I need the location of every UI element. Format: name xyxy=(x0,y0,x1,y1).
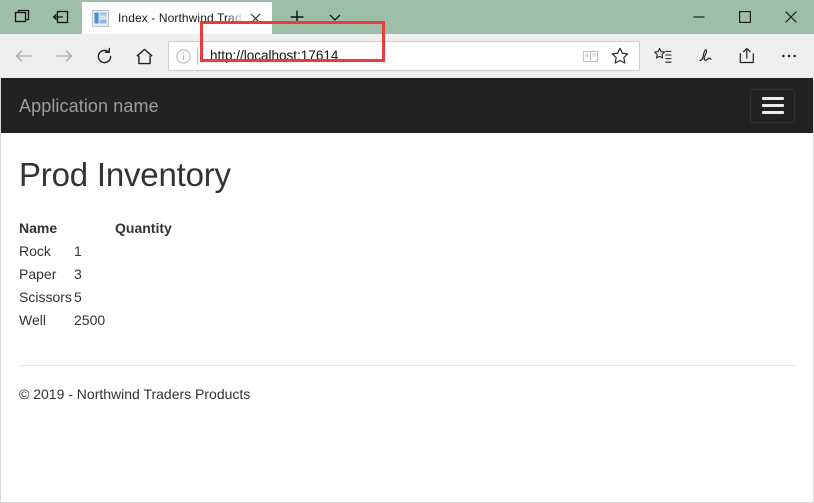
inventory-table-head: Name Quantity xyxy=(19,217,172,240)
cell-name: Rock xyxy=(19,243,51,259)
page-favicon xyxy=(92,9,109,27)
cell-quantity: 1 xyxy=(74,243,82,259)
address-bar-actions xyxy=(575,42,639,70)
hamburger-menu-icon[interactable] xyxy=(750,88,795,123)
tab-close-icon[interactable] xyxy=(244,7,266,29)
share-icon[interactable] xyxy=(726,38,768,74)
hamburger-bar xyxy=(761,111,784,114)
toolbar-right-actions xyxy=(642,38,810,74)
reading-view-icon[interactable] xyxy=(575,42,605,70)
window-close-icon[interactable] xyxy=(768,0,814,34)
tab-title: Index - Northwind Trad xyxy=(118,11,242,25)
web-notes-pen-icon[interactable] xyxy=(684,38,726,74)
cell-name: Paper xyxy=(19,266,57,282)
window-controls xyxy=(676,0,814,34)
inventory-table: Name Quantity Rock 1 Paper 3 Scissors 5 … xyxy=(19,217,172,332)
table-row: Scissors 5 xyxy=(19,286,172,309)
set-tabs-aside-icon[interactable] xyxy=(44,2,78,32)
browser-tab[interactable]: Index - Northwind Trad xyxy=(82,2,272,34)
favorites-hub-icon[interactable] xyxy=(642,38,684,74)
favorite-star-icon[interactable] xyxy=(605,42,635,70)
browser-window: Index - Northwind Trad http://localhost:… xyxy=(0,0,814,503)
hamburger-bar xyxy=(761,97,784,100)
back-arrow-icon[interactable] xyxy=(4,38,44,74)
new-tab-plus-icon[interactable] xyxy=(278,1,316,33)
table-row: Paper 3 xyxy=(19,263,172,286)
tab-options-chevron-down-icon[interactable] xyxy=(316,1,354,33)
column-header-name: Name xyxy=(19,220,58,236)
footer-copyright: © 2019 - Northwind Traders Products xyxy=(19,386,251,402)
cell-name: Scissors xyxy=(19,289,72,305)
table-row: Well 2500 xyxy=(19,309,172,332)
table-header-row: Name Quantity xyxy=(19,217,172,240)
page-viewport: Application name Prod Inventory Name Qua… xyxy=(0,78,814,503)
tab-strip-actions xyxy=(272,0,354,34)
column-header-quantity: Quantity xyxy=(115,220,172,236)
address-bar[interactable]: http://localhost:17614 xyxy=(168,41,640,71)
site-navbar: Application name xyxy=(1,78,813,133)
window-maximize-icon[interactable] xyxy=(722,0,768,34)
cell-quantity: 3 xyxy=(74,266,82,282)
browser-titlebar: Index - Northwind Trad xyxy=(0,0,814,34)
page-title: Prod Inventory xyxy=(19,156,231,193)
refresh-icon[interactable] xyxy=(84,38,124,74)
cell-quantity: 2500 xyxy=(74,312,106,328)
navbar-brand[interactable]: Application name xyxy=(19,96,159,116)
cell-quantity: 5 xyxy=(74,289,82,305)
hamburger-bar xyxy=(761,104,784,107)
table-row: Rock 1 xyxy=(19,240,172,263)
titlebar-left-actions xyxy=(0,0,78,34)
cell-name: Well xyxy=(19,312,46,328)
inventory-table-body: Rock 1 Paper 3 Scissors 5 Well 2500 xyxy=(19,240,172,332)
info-icon[interactable] xyxy=(169,42,197,70)
more-ellipsis-icon[interactable] xyxy=(768,38,810,74)
page-content: Prod Inventory Name Quantity Rock 1 Pape… xyxy=(1,155,813,332)
url-text[interactable]: http://localhost:17614 xyxy=(198,47,575,65)
browser-toolbar: http://localhost:17614 xyxy=(0,21,814,78)
home-icon[interactable] xyxy=(124,38,164,74)
window-minimize-icon[interactable] xyxy=(676,0,722,34)
forward-arrow-icon[interactable] xyxy=(44,38,84,74)
tab-preview-icon[interactable] xyxy=(6,2,40,32)
